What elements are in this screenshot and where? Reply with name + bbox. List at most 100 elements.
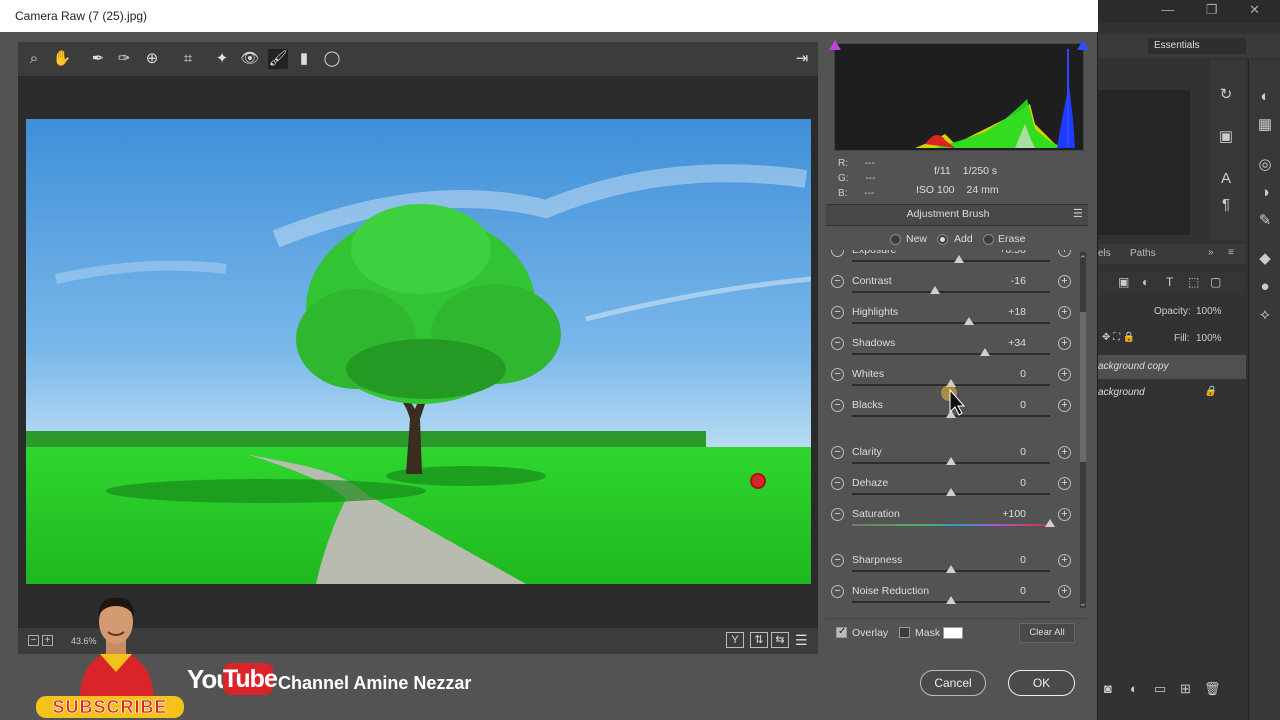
paragraph-icon[interactable]: ¶ — [1217, 196, 1235, 214]
increase-icon[interactable]: + — [1058, 275, 1071, 288]
copy-settings-icon[interactable]: ⇆ — [771, 632, 789, 648]
graduated-filter-icon[interactable]: ▮ — [294, 49, 314, 69]
targeted-adjustment-icon[interactable]: ⊕ — [142, 49, 162, 69]
slider-value[interactable]: 0 — [986, 477, 1026, 489]
mode-erase-radio[interactable] — [983, 234, 994, 245]
slider-thumb[interactable] — [946, 565, 956, 573]
decrease-icon[interactable]: − — [831, 250, 844, 257]
slider-value[interactable]: 0 — [986, 585, 1026, 597]
scrollbar-thumb[interactable] — [1080, 312, 1086, 462]
decrease-icon[interactable]: − — [831, 275, 844, 288]
slider-value[interactable]: +0.50 — [986, 250, 1026, 256]
mask-label[interactable]: Mask — [915, 627, 940, 639]
increase-icon[interactable]: + — [1058, 554, 1071, 567]
open-preferences-icon[interactable]: ⇥ — [792, 49, 812, 69]
increase-icon[interactable]: + — [1058, 368, 1071, 381]
libraries-icon[interactable]: ◎ — [1256, 156, 1274, 174]
panel-menu-icon[interactable]: ☰ — [1073, 207, 1083, 220]
slider-value[interactable]: 0 — [986, 554, 1026, 566]
paths-icon[interactable]: ⟡ — [1256, 306, 1274, 324]
history-icon[interactable]: ↻ — [1217, 86, 1235, 104]
increase-icon[interactable]: + — [1058, 306, 1071, 319]
adjust-icon[interactable]: ◐ — [1256, 88, 1274, 106]
slider-thumb[interactable] — [946, 596, 956, 604]
group-icon[interactable]: ▭ — [1154, 681, 1166, 697]
increase-icon[interactable]: + — [1058, 337, 1071, 350]
before-after-icon[interactable]: Y — [726, 632, 744, 648]
lock-icons[interactable]: ✥ ⛶ 🔒 — [1102, 332, 1135, 343]
adjustment-layer-icon[interactable]: ◐ — [1130, 681, 1138, 696]
increase-icon[interactable]: + — [1058, 250, 1071, 257]
decrease-icon[interactable]: − — [831, 446, 844, 459]
overlay-label[interactable]: Overlay — [852, 627, 888, 639]
increase-icon[interactable]: + — [1058, 477, 1071, 490]
zoom-in-button[interactable]: + — [42, 635, 53, 646]
tab-paths[interactable]: Paths — [1130, 248, 1156, 259]
slider-value[interactable]: +34 — [986, 337, 1026, 349]
slider-track[interactable] — [852, 322, 1050, 324]
layers-icon[interactable]: ◆ — [1256, 250, 1274, 268]
mode-new-label[interactable]: New — [906, 233, 927, 245]
smart-filter-icon[interactable]: ▢ — [1210, 275, 1221, 289]
photo-preview[interactable] — [26, 119, 811, 584]
slider-value[interactable]: 0 — [986, 368, 1026, 380]
slider-thumb[interactable] — [1045, 519, 1055, 527]
trash-icon[interactable]: 🗑 — [1204, 681, 1221, 697]
adjustment-filter-icon[interactable]: ◐ — [1142, 275, 1149, 289]
overlay-checkbox[interactable] — [836, 626, 847, 638]
spot-removal-icon[interactable]: ✦ — [212, 49, 232, 69]
highlight-clipping-icon[interactable] — [1077, 40, 1089, 50]
styles-icon[interactable]: ✎ — [1256, 212, 1274, 230]
opacity-field[interactable]: 100% — [1196, 306, 1222, 317]
decrease-icon[interactable]: − — [831, 306, 844, 319]
slider-thumb[interactable] — [963, 317, 974, 325]
image-filter-icon[interactable]: ▣ — [1118, 275, 1129, 289]
layer-mask-icon[interactable]: ◙ — [1104, 681, 1112, 696]
slider-track[interactable] — [852, 524, 1050, 526]
swatches-icon[interactable]: ◑ — [1256, 184, 1274, 202]
zoom-tool-icon[interactable]: ⌕ — [24, 49, 44, 69]
increase-icon[interactable]: + — [1058, 585, 1071, 598]
layer-row[interactable]: ackground copy — [1098, 355, 1246, 379]
scroll-down-icon[interactable]: ⌄ — [1079, 598, 1087, 609]
mode-new-radio[interactable] — [890, 234, 901, 245]
slider-value[interactable]: 0 — [986, 446, 1026, 458]
mode-add-radio[interactable] — [937, 234, 948, 245]
toggle-settings-icon[interactable]: ☰ — [795, 632, 808, 649]
color-sampler-icon[interactable]: ✑ — [114, 49, 134, 69]
decrease-icon[interactable]: − — [831, 337, 844, 350]
brush-pin-icon[interactable] — [750, 473, 766, 489]
slider-track[interactable] — [852, 353, 1050, 355]
fill-field[interactable]: 100% — [1196, 333, 1222, 344]
adjustment-brush-icon[interactable]: 🖌 — [268, 49, 288, 69]
ok-button[interactable]: OK — [1008, 670, 1075, 696]
slider-value[interactable]: 0 — [986, 399, 1026, 411]
decrease-icon[interactable]: − — [831, 368, 844, 381]
slider-thumb[interactable] — [953, 255, 964, 263]
decrease-icon[interactable]: − — [831, 585, 844, 598]
decrease-icon[interactable]: − — [831, 399, 844, 412]
type-filter-icon[interactable]: T — [1166, 275, 1173, 289]
slider-value[interactable]: -16 — [986, 275, 1026, 287]
mode-erase-label[interactable]: Erase — [998, 233, 1025, 245]
slider-value[interactable]: +18 — [986, 306, 1026, 318]
panel-menu-icon[interactable]: ≡ — [1228, 247, 1234, 258]
decrease-icon[interactable]: − — [831, 477, 844, 490]
cancel-button[interactable]: Cancel — [920, 670, 986, 696]
panel-collapse-icon[interactable]: » — [1208, 247, 1214, 258]
increase-icon[interactable]: + — [1058, 399, 1071, 412]
window-controls[interactable]: — ❐ ✕ — [1161, 2, 1274, 18]
brush-settings-icon[interactable]: ▣ — [1217, 128, 1235, 146]
slider-thumb[interactable] — [946, 457, 956, 465]
channels-icon[interactable]: ● — [1256, 278, 1274, 296]
red-eye-icon[interactable]: 👁 — [240, 49, 260, 69]
decrease-icon[interactable]: − — [831, 554, 844, 567]
swap-icon[interactable]: ⇅ — [750, 632, 768, 648]
crop-icon[interactable]: ⌗ — [178, 49, 198, 69]
decrease-icon[interactable]: − — [831, 508, 844, 521]
increase-icon[interactable]: + — [1058, 508, 1071, 521]
hand-tool-icon[interactable]: ✋ — [52, 49, 72, 69]
grid-icon[interactable]: ▦ — [1256, 116, 1274, 134]
slider-thumb[interactable] — [946, 488, 956, 496]
mode-add-label[interactable]: Add — [954, 233, 973, 245]
